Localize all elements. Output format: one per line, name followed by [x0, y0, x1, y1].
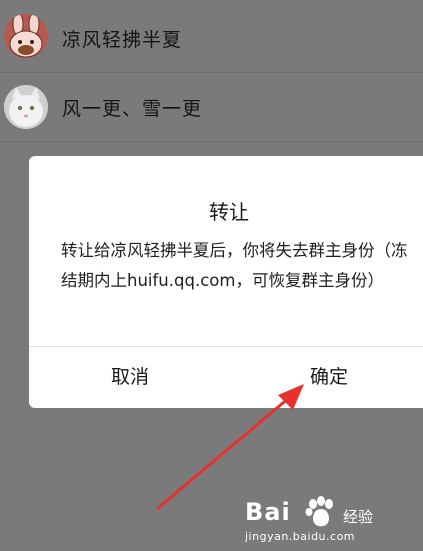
transfer-dialog: 转让 转让给凉风轻拂半夏后，你将失去群主身份（冻结期内上huifu.qq.com…	[29, 156, 423, 408]
contact-name: 凉风轻拂半夏	[62, 28, 183, 51]
dialog-message: 转让给凉风轻拂半夏后，你将失去群主身份（冻结期内上huifu.qq.com，可恢…	[61, 241, 408, 290]
confirm-button[interactable]: 确定	[269, 347, 389, 408]
white-cat-avatar	[4, 85, 48, 129]
watermark-brand: Bai	[245, 498, 291, 526]
baidu-paw-icon	[305, 496, 333, 527]
contact-row-1[interactable]: 凉风轻拂半夏	[0, 4, 423, 73]
dialog-title: 转让	[209, 200, 249, 224]
watermark-brand-suffix: 经验	[343, 508, 374, 526]
baidu-jingyan-watermark: Bai 经验 jingyan.baidu.com	[245, 494, 415, 546]
contact-name: 风一更、雪一更	[62, 97, 203, 120]
contact-row-2[interactable]: 风一更、雪一更	[0, 73, 423, 142]
cartoon-rabbit-avatar	[4, 14, 48, 58]
cancel-button[interactable]: 取消	[70, 347, 190, 408]
watermark-url: jingyan.baidu.com	[245, 530, 356, 543]
dialog-button-bar: 取消 确定	[29, 347, 423, 408]
